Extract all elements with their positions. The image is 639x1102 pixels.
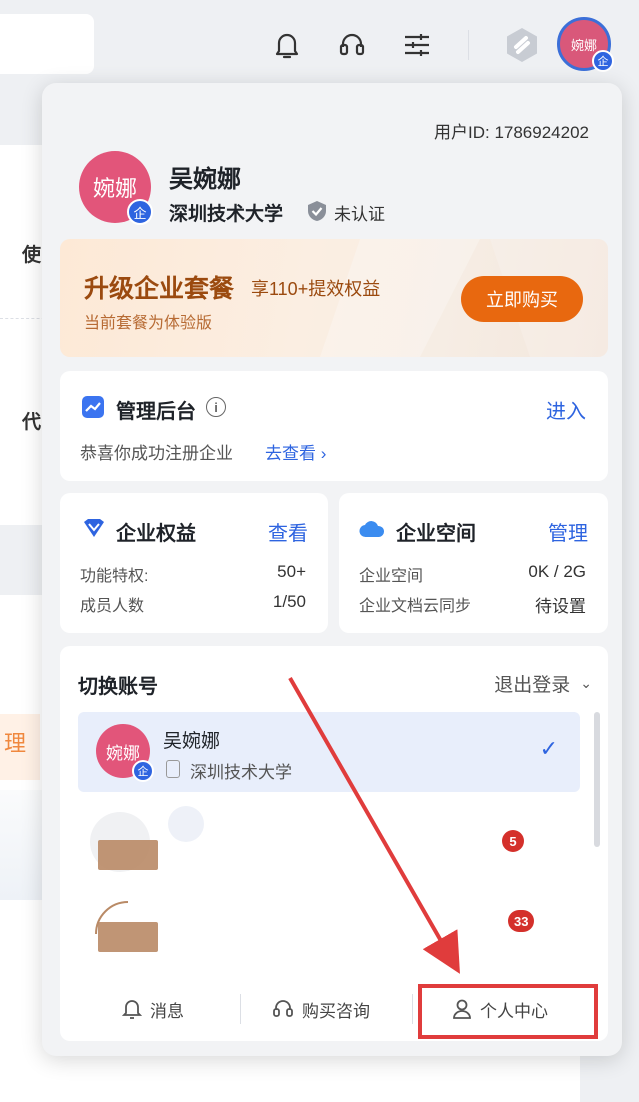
- top-avatar-text: 婉娜: [570, 37, 597, 53]
- user-id: 用户ID: 1786924202: [434, 123, 589, 142]
- admin-view-link[interactable]: 去查看 ›: [265, 439, 326, 464]
- check-icon: ✓: [539, 736, 558, 761]
- account-item[interactable]: 5: [78, 806, 580, 886]
- user-name: 吴婉娜: [169, 166, 241, 193]
- account-avatar: 婉娜 企: [96, 724, 154, 782]
- admin-title: 管理后台: [116, 401, 196, 423]
- logout-label: 退出登录: [494, 675, 571, 696]
- user-avatar: 婉娜 企: [79, 151, 153, 225]
- headset-icon[interactable]: [335, 28, 369, 62]
- switch-account-title: 切换账号: [78, 676, 158, 698]
- cloud-icon: [359, 519, 385, 541]
- chevron-down-icon: ⌄: [580, 675, 592, 691]
- space-row-value[interactable]: 待设置: [535, 592, 586, 617]
- admin-card: 管理后台 i 进入 恭喜你成功注册企业 去查看 ›: [60, 371, 608, 481]
- account-item[interactable]: 33: [78, 894, 580, 984]
- admin-chart-icon: [82, 396, 104, 418]
- current-plan: 当前套餐为体验版: [84, 315, 213, 332]
- equity-row-label: 功能特权:: [80, 568, 149, 585]
- space-row-value: 0K / 2G: [528, 562, 586, 581]
- equity-row-label: 成员人数: [80, 598, 145, 615]
- space-card: 企业空间 管理 企业空间 0K / 2G 企业文档云同步 待设置: [339, 493, 608, 633]
- divider: [240, 994, 241, 1024]
- upgrade-title: 升级企业套餐: [84, 275, 235, 303]
- info-icon[interactable]: i: [206, 397, 226, 417]
- equity-title: 企业权益: [116, 523, 196, 545]
- background-text: 理: [4, 731, 27, 756]
- annotation-highlight-box: [418, 984, 598, 1039]
- redacted-block: [98, 922, 158, 952]
- user-org: 深圳技术大学: [169, 204, 284, 225]
- verify-shield-icon: [306, 199, 328, 223]
- background-thumbnail: [0, 790, 46, 900]
- background-text: 代: [22, 412, 42, 433]
- top-avatar[interactable]: 婉娜 企: [557, 17, 614, 72]
- consult-button[interactable]: 购买咨询: [272, 994, 370, 1024]
- unread-badge: 5: [502, 830, 524, 852]
- consult-label: 购买咨询: [302, 1001, 370, 1021]
- verify-status[interactable]: 未认证: [334, 200, 385, 225]
- account-name: 吴婉娜: [163, 731, 221, 752]
- background-text: 使: [22, 245, 42, 266]
- scrollbar[interactable]: [594, 712, 600, 847]
- equity-view-link[interactable]: 查看: [268, 517, 308, 546]
- diamond-icon: [82, 518, 104, 540]
- enterprise-badge-icon: 企: [132, 760, 154, 782]
- divider: [412, 994, 413, 1024]
- enterprise-badge-icon: 企: [127, 199, 153, 225]
- app-logo-icon[interactable]: [504, 27, 540, 63]
- redacted-block: [98, 840, 158, 870]
- account-item-selected[interactable]: 婉娜 企 吴婉娜 深圳技术大学 ✓: [78, 712, 580, 792]
- switch-account-card: 切换账号 退出登录 ⌄ 婉娜 企 吴婉娜 深圳技术大学 ✓ 5 33 消息 购买…: [60, 646, 608, 1041]
- admin-view-label: 去查看: [265, 444, 316, 463]
- admin-note: 恭喜你成功注册企业: [80, 444, 233, 463]
- account-dropdown: 用户ID: 1786924202 婉娜 企 吴婉娜 深圳技术大学 未认证 升级企…: [42, 83, 622, 1056]
- upgrade-banner[interactable]: 升级企业套餐 享110+提效权益 当前套餐为体验版 立即购买: [60, 239, 608, 357]
- phone-icon: [166, 760, 180, 778]
- space-manage-link[interactable]: 管理: [548, 517, 588, 546]
- sliders-icon[interactable]: [400, 28, 434, 62]
- topbar-divider: [468, 30, 469, 60]
- logout-button[interactable]: 退出登录 ⌄: [494, 670, 592, 697]
- messages-label: 消息: [150, 1001, 184, 1021]
- messages-button[interactable]: 消息: [122, 994, 184, 1024]
- equity-row-value: 50+: [277, 562, 306, 581]
- equity-row-value[interactable]: 1/50: [273, 592, 306, 612]
- account-org: 深圳技术大学: [190, 763, 292, 782]
- bell-icon[interactable]: [270, 28, 304, 62]
- chevron-right-icon: ›: [320, 444, 327, 463]
- admin-enter-link[interactable]: 进入: [546, 395, 586, 424]
- avatar-text: 婉娜: [92, 176, 137, 201]
- upgrade-subtitle: 享110+提效权益: [251, 279, 381, 299]
- buy-now-button[interactable]: 立即购买: [461, 276, 583, 322]
- search-box[interactable]: [0, 14, 94, 74]
- enterprise-badge-icon: 企: [592, 50, 614, 72]
- space-row-label: 企业空间: [359, 568, 424, 585]
- account-avatar-text: 婉娜: [106, 743, 140, 763]
- unread-badge: 33: [508, 910, 535, 932]
- bell-icon: [122, 1000, 142, 1019]
- equity-card: 企业权益 查看 功能特权: 50+ 成员人数 1/50: [60, 493, 328, 633]
- background-banner: 理: [0, 714, 40, 780]
- headset-icon: [273, 1000, 293, 1017]
- space-title: 企业空间: [396, 523, 476, 545]
- space-row-label: 企业文档云同步: [359, 598, 472, 615]
